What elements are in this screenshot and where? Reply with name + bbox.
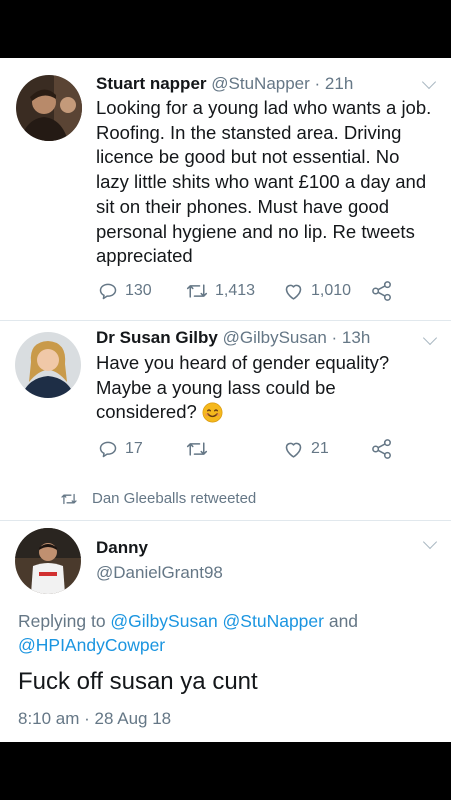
like-count: 21 xyxy=(311,440,329,457)
chevron-down-icon[interactable] xyxy=(422,330,438,346)
reply-icon xyxy=(99,283,117,300)
share-button[interactable] xyxy=(371,439,393,459)
share-icon xyxy=(372,281,391,301)
tweet-stuart[interactable]: Stuart napper @StuNapper · 21h Looking f… xyxy=(0,58,451,320)
tweet-text-line: lazy little shits who want £100 a day an… xyxy=(96,171,427,193)
chevron-down-icon[interactable] xyxy=(422,534,438,550)
tweet-text: Have you heard of gender equality? Maybe… xyxy=(96,351,436,425)
replying-to-handle[interactable]: @HPIAndyCowper xyxy=(18,633,438,657)
tweet-text-line: Looking for a young lad who wants a job. xyxy=(96,97,432,118)
retweet-button[interactable]: 1,413 xyxy=(186,281,255,301)
retweet-icon xyxy=(186,442,208,456)
tweet-text-line: sit on their phones. Must have good xyxy=(96,195,390,217)
replying-to-prefix: Replying to xyxy=(18,611,111,631)
reply-icon xyxy=(99,441,117,458)
reply-button[interactable]: 17 xyxy=(98,439,143,459)
heart-icon xyxy=(285,442,302,458)
reply-button[interactable]: 130 xyxy=(98,281,152,301)
replying-to: Replying to @GilbySusan @StuNapper and @… xyxy=(18,609,438,657)
tweet-text-line: licence be good but not essential. No xyxy=(96,146,400,168)
tweet-time[interactable]: · 21h xyxy=(315,74,354,93)
tweet-text: Looking for a young lad who wants a job.… xyxy=(96,96,436,269)
tweet-time[interactable]: · 13h xyxy=(332,328,371,347)
tweet-text-line: Roofing. In the stansted area. Driving xyxy=(96,121,402,143)
retweet-button[interactable] xyxy=(186,439,215,459)
like-button[interactable]: 21 xyxy=(283,439,329,459)
user-handle[interactable]: @GilbySusan xyxy=(223,328,327,347)
like-count: 1,010 xyxy=(311,282,352,299)
reply-count: 130 xyxy=(125,282,152,299)
replying-to-line: Replying to @GilbySusan @StuNapper and xyxy=(18,609,438,633)
smiling-face-emoji-icon xyxy=(202,402,223,423)
retweet-icon xyxy=(186,284,208,298)
user-handle[interactable]: @StuNapper xyxy=(211,74,310,93)
tweet-header: Stuart napper @StuNapper · 21h xyxy=(96,74,353,94)
tweet-text-line: Maybe a young lass could be xyxy=(96,376,336,398)
reply-author-name[interactable]: Danny xyxy=(96,538,148,558)
reply-timestamp[interactable]: 8:10 am · 28 Aug 18 xyxy=(18,709,171,729)
retweet-banner-text: Dan Gleeballs retweeted xyxy=(92,490,257,507)
tweet-text-line: personal hygiene and no lip. Re tweets xyxy=(96,220,415,242)
chevron-down-icon[interactable] xyxy=(421,74,437,90)
retweet-count: 1,413 xyxy=(215,282,256,299)
divider xyxy=(0,520,451,521)
retweet-icon xyxy=(61,493,77,504)
display-name[interactable]: Stuart napper xyxy=(96,74,207,93)
display-name[interactable]: Dr Susan Gilby xyxy=(96,328,218,347)
heart-icon xyxy=(285,284,302,300)
tweet-text-line: appreciated xyxy=(96,245,193,267)
replying-to-handles[interactable]: @GilbySusan @StuNapper xyxy=(110,611,324,631)
tweet-header: Dr Susan Gilby @GilbySusan · 13h xyxy=(96,328,370,348)
like-button[interactable]: 1,010 xyxy=(283,281,351,301)
tweet-text-line-content: considered? xyxy=(96,401,197,423)
share-icon xyxy=(372,439,391,459)
reply-author-handle[interactable]: @DanielGrant98 xyxy=(96,563,223,583)
share-button[interactable] xyxy=(371,281,393,301)
avatar-danny[interactable] xyxy=(15,528,81,594)
tweet-text-line: Have you heard of gender equality? xyxy=(96,352,390,373)
avatar-susan[interactable] xyxy=(15,332,81,398)
tweet-thread-screenshot: Stuart napper @StuNapper · 21h Looking f… xyxy=(0,58,451,742)
replying-to-and: and xyxy=(323,611,359,631)
avatar-stuart[interactable] xyxy=(16,75,82,141)
reply-count: 17 xyxy=(125,440,143,457)
retweet-banner[interactable]: Dan Gleeballs retweeted xyxy=(60,490,256,507)
reply-text: Fuck off susan ya cunt xyxy=(18,668,258,695)
tweet-text-line: considered? xyxy=(96,400,436,425)
